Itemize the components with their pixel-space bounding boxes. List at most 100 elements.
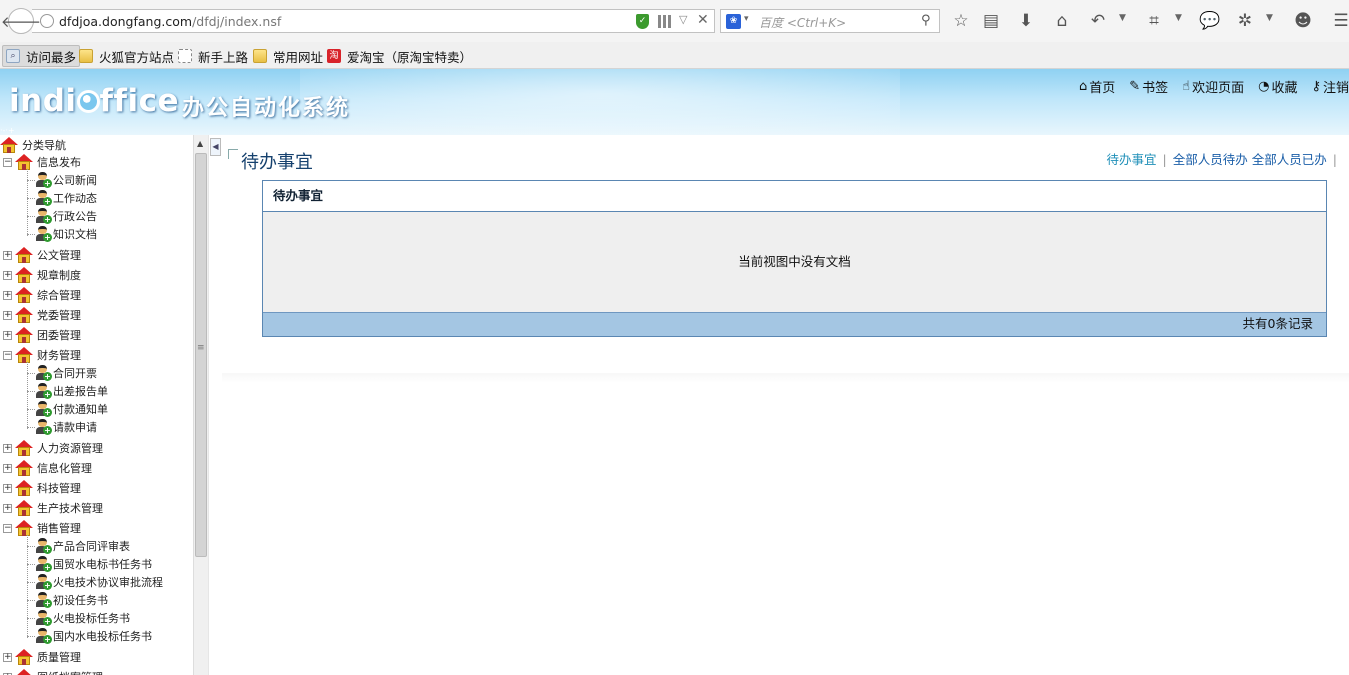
folder-house-icon [15,154,33,170]
bug-icon[interactable]: ✲ [1234,10,1256,32]
tree-category[interactable]: + 团委管理 [3,326,81,344]
collapse-icon[interactable]: − [3,350,12,360]
tree-item[interactable]: + 工作动态 [27,189,97,207]
bookmark-aitaobao[interactable]: 淘爱淘宝（原淘宝特卖） [327,46,472,66]
scroll-thumb[interactable] [195,153,207,557]
nav-home[interactable]: ⌂ 首页 [1079,77,1115,96]
close-icon[interactable]: ✕ [697,12,709,28]
menu-icon[interactable]: ☰ [1330,10,1349,32]
tree-category[interactable]: + 综合管理 [3,286,81,304]
tree-category[interactable]: − 销售管理 [3,519,81,537]
view-link-all-todo[interactable]: 全部人员待办 [1173,152,1248,167]
tree-category[interactable]: + 人力资源管理 [3,439,103,457]
smiley-icon[interactable]: ☻ [1292,10,1314,32]
tree-item[interactable]: + 请款申请 [27,418,97,436]
expand-icon[interactable]: + [3,463,12,473]
star-icon[interactable]: ☆ [950,10,972,32]
divider [222,373,1349,383]
main-content: 待办事宜 待办事宜 | 全部人员待办 全部人员已办 | 待办事宜 当前视图中没有文档 … [222,135,1349,675]
search-placeholder[interactable]: 百度 <Ctrl+K> [759,14,846,31]
folder-house-icon [15,460,33,476]
crop-icon[interactable]: ⌗ [1143,10,1165,32]
bookmark-common-sites[interactable]: 常用网址 [253,46,323,66]
url-text[interactable]: dfdjoa.dongfang.com/dfdj/index.nsf [59,14,281,29]
view-link-all-done[interactable]: 全部人员已办 [1252,152,1327,167]
download-icon[interactable]: ⬇ [1015,10,1037,32]
expand-icon[interactable]: + [3,270,12,280]
tree-category[interactable]: + 生产技术管理 [3,499,103,517]
tree-root[interactable]: 分类导航 [0,136,66,154]
bookmark-firefox-site[interactable]: 火狐官方站点 [79,46,174,66]
tree-category[interactable]: +图纸档案管理 [3,668,103,675]
tree-category[interactable]: + 党委管理 [3,306,81,324]
document-user-icon: + [35,172,52,188]
tree-item-label: 国内水电投标任务书 [53,630,152,643]
folder-house-icon [15,267,33,283]
panel-title: 待办事宜 [263,181,1326,212]
search-bar[interactable]: ❀ ▾ 百度 <Ctrl+K> ⚲ [720,9,940,33]
expand-icon[interactable]: + [3,290,12,300]
tree-category[interactable]: + 科技管理 [3,479,81,497]
scroll-up-icon[interactable]: ▲ [197,139,203,148]
expand-icon[interactable]: + [3,503,12,513]
tree-item[interactable]: + 火电技术协议审批流程 [27,573,163,591]
expand-icon[interactable]: + [3,330,12,340]
expand-icon[interactable]: + [3,443,12,453]
qr-code-icon[interactable] [658,15,671,28]
tree-category[interactable]: + 质量管理 [3,648,81,666]
search-icon[interactable]: ⚲ [921,13,931,28]
bug-dropdown-icon[interactable]: ▼ [1266,13,1273,23]
sidebar-splitter[interactable]: ◀ [208,135,222,675]
expand-icon[interactable]: + [3,310,12,320]
address-bar[interactable]: dfdjoa.dongfang.com/dfdj/index.nsf ✓ ▽ ✕ [32,9,715,33]
tree-category[interactable]: + 公文管理 [3,246,81,264]
shield-icon[interactable]: ✓ [636,14,649,29]
nav-logout[interactable]: ⚷ 注销 [1311,77,1349,96]
tree-category[interactable]: + 信息化管理 [3,459,92,477]
nav-welcome[interactable]: ☝ 欢迎页面 [1182,77,1244,96]
home-icon[interactable]: ⌂ [1051,10,1073,32]
expand-icon[interactable]: + [3,250,12,260]
folder-house-icon [15,327,33,343]
tree-item[interactable]: + 出差报告单 [27,382,108,400]
tree-category[interactable]: + 规章制度 [3,266,81,284]
nav-favorites[interactable]: ◔ 收藏 [1258,77,1297,96]
tree-item-label: 知识文档 [53,228,97,241]
undo-dropdown-icon[interactable]: ▼ [1119,13,1126,23]
collapse-sidebar-button[interactable]: ◀ [210,138,221,156]
tree-item-label: 产品合同评审表 [53,540,130,553]
reader-icon[interactable]: ▤ [980,10,1002,32]
expand-icon[interactable]: + [3,483,12,493]
tree-scrollbar[interactable]: ▲ ≡ [193,135,208,675]
tree-category-label: 销售管理 [37,522,81,535]
baidu-paw-icon[interactable]: ❀ [726,14,741,29]
tree-item[interactable]: + 行政公告 [27,207,97,225]
tree-item[interactable]: + 国贸水电标书任务书 [27,555,152,573]
expand-icon[interactable]: + [3,652,12,662]
tree-category[interactable]: − 信息发布 [3,153,81,171]
chat-icon[interactable]: 💬 [1199,10,1221,32]
back-arrow-icon: 🡐 [0,12,42,31]
page-title: 待办事宜 [241,152,313,173]
tree-item[interactable]: + 初设任务书 [27,591,108,609]
crop-dropdown-icon[interactable]: ▼ [1175,13,1182,23]
bookmark-most-visited[interactable]: ⌕ 访问最多 [2,45,81,67]
collapse-icon[interactable]: − [3,157,12,167]
view-link-my-todo[interactable]: 待办事宜 [1107,152,1157,167]
dropdown-arrow-icon[interactable]: ▽ [679,13,687,26]
tree-item[interactable]: + 国内水电投标任务书 [27,627,152,645]
nav-bookmarks[interactable]: ✎ 书签 [1129,77,1168,96]
tree-item[interactable]: + 公司新闻 [27,171,97,189]
engine-dropdown-icon[interactable]: ▾ [744,14,749,24]
tree-item[interactable]: + 合同开票 [27,364,97,382]
tree-item[interactable]: + 产品合同评审表 [27,537,130,555]
undo-icon[interactable]: ↶ [1087,10,1109,32]
tree-item[interactable]: + 付款通知单 [27,400,108,418]
tree-item[interactable]: + 知识文档 [27,225,97,243]
tree-item[interactable]: + 火电投标任务书 [27,609,130,627]
back-button[interactable]: 🡐 [1,8,41,34]
collapse-icon[interactable]: − [3,523,12,533]
tree-category[interactable]: − 财务管理 [3,346,81,364]
folder-house-icon [15,247,33,263]
bookmark-getting-started[interactable]: 新手上路 [178,46,248,66]
